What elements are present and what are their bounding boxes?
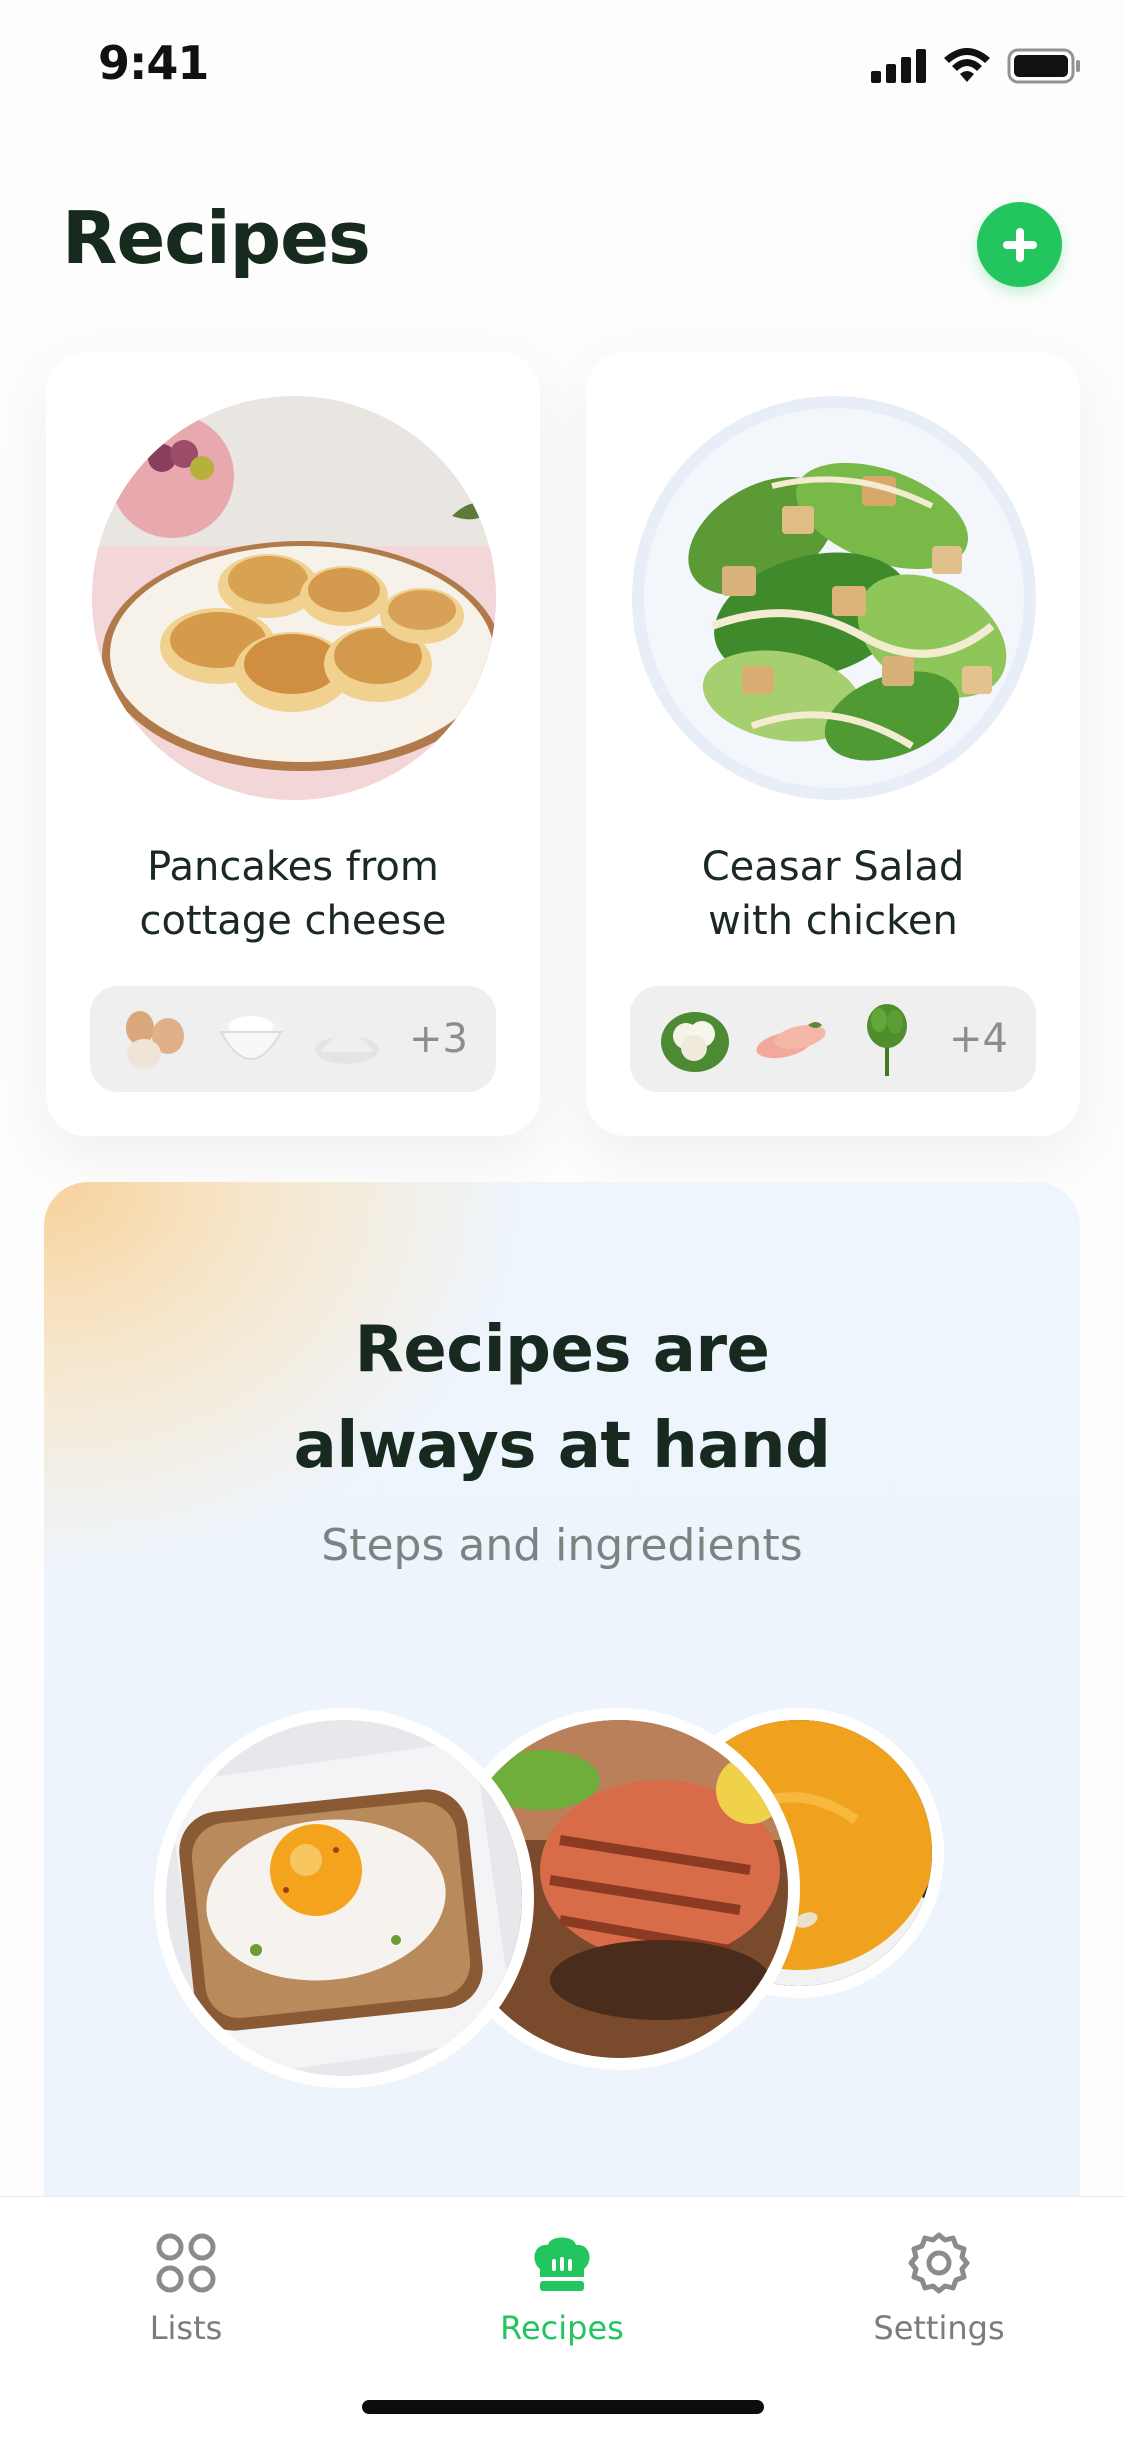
- recipe-name-line1: Pancakes from: [147, 844, 439, 890]
- status-bar: 9:41: [0, 0, 1125, 140]
- tab-label: Settings: [873, 2309, 1005, 2347]
- add-recipe-button[interactable]: [977, 202, 1062, 287]
- wifi-icon: [944, 48, 990, 82]
- plus-icon: [1002, 227, 1037, 262]
- recipe-name-line2: with chicken: [708, 898, 958, 944]
- tab-recipes[interactable]: Recipes: [412, 2223, 712, 2347]
- status-icons: [871, 48, 1081, 84]
- promo-title-line1: Recipes are: [354, 1313, 770, 1387]
- promo-title-line2: always at hand: [293, 1409, 831, 1483]
- recipe-photo-salad: [632, 396, 1036, 800]
- flour-bowl-icon: [214, 1002, 288, 1076]
- promo-title: Recipes are always at hand: [44, 1302, 1080, 1494]
- promo-banner: Recipes are always at hand Steps and ing…: [44, 1182, 1080, 2222]
- tab-label: Lists: [149, 2309, 223, 2347]
- tab-lists[interactable]: Lists: [36, 2223, 336, 2347]
- pancakes-image: [92, 396, 496, 800]
- dill-icon: [850, 1002, 924, 1076]
- recipe-card-pancakes[interactable]: Pancakes from cottage cheese +3: [46, 352, 540, 1136]
- promo-subtitle: Steps and ingredients: [321, 1520, 803, 1571]
- ingredients-strip: +3: [90, 986, 496, 1092]
- recipe-name: Pancakes from cottage cheese: [66, 840, 520, 948]
- status-time: 9:41: [98, 36, 209, 90]
- tab-label: Recipes: [500, 2309, 624, 2347]
- gear-icon: [789, 2223, 1089, 2303]
- recipe-card-caesar-salad[interactable]: Ceasar Salad with chicken +4: [586, 352, 1080, 1136]
- tab-settings[interactable]: Settings: [789, 2223, 1089, 2347]
- eggs-icon: [118, 1002, 192, 1076]
- cauliflower-icon: [658, 1002, 732, 1076]
- recipe-photo-pancakes: [92, 396, 496, 800]
- grid-circles-icon: [36, 2223, 336, 2303]
- caesar-salad-image: [632, 396, 1036, 800]
- battery-icon: [1007, 48, 1080, 84]
- chef-hat-icon: [412, 2223, 712, 2303]
- page-title: Recipes: [62, 196, 371, 280]
- sugar-pile-icon: [310, 1002, 384, 1076]
- recipe-name-line2: cottage cheese: [139, 898, 447, 944]
- home-indicator: [362, 2400, 764, 2414]
- more-ingredients-count: +3: [409, 1016, 468, 1062]
- signal-icon: [871, 49, 926, 83]
- chicken-breast-icon: [754, 1002, 828, 1076]
- recipe-name-line1: Ceasar Salad: [701, 844, 965, 890]
- dish-egg-toast: [154, 1708, 534, 2088]
- ingredients-strip: +4: [630, 986, 1036, 1092]
- recipe-name: Ceasar Salad with chicken: [606, 840, 1060, 948]
- more-ingredients-count: +4: [949, 1016, 1008, 1062]
